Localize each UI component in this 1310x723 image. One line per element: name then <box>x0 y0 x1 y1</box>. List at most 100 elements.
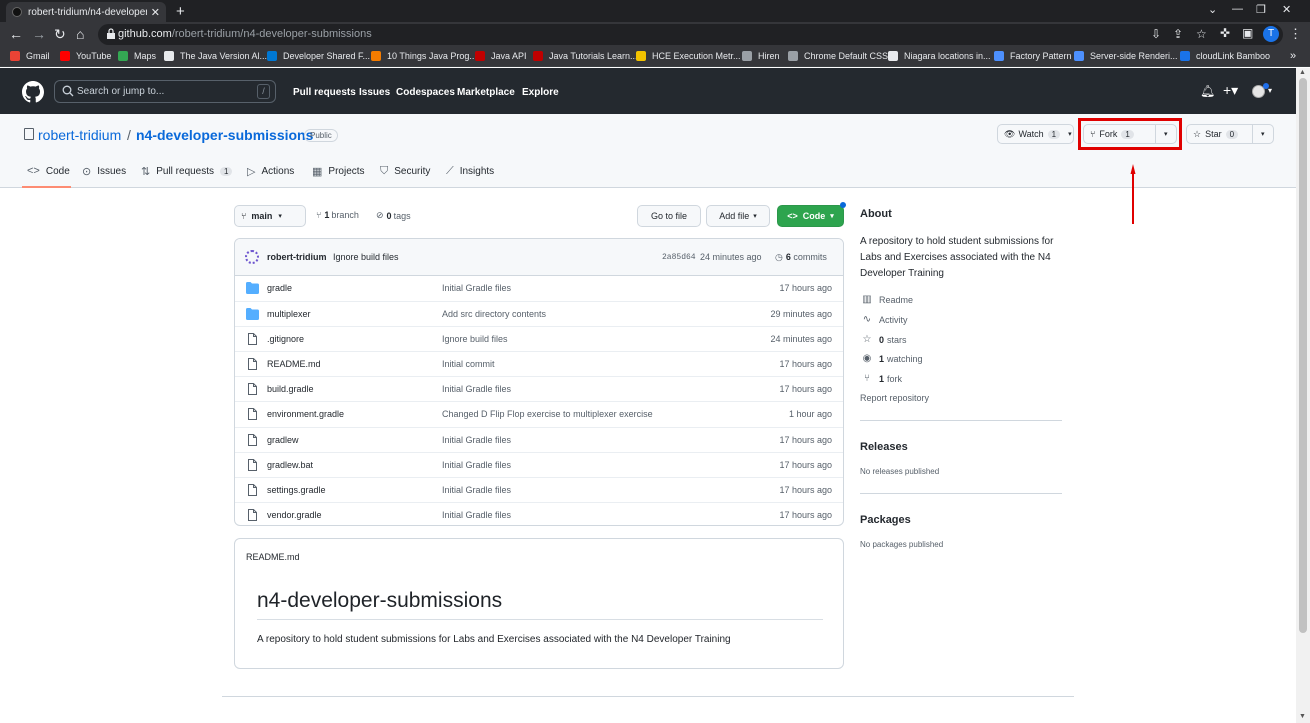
file-commit-message[interactable]: Initial commit <box>442 359 495 369</box>
tags-link[interactable]: ⊘ 0 tags <box>376 210 411 221</box>
tab-issues[interactable]: ⊙ Issues <box>82 165 126 178</box>
tab-pull-requests[interactable]: ⇅ Pull requests 1 <box>141 165 233 178</box>
home-icon[interactable]: ⌂ <box>76 26 84 42</box>
page-scrollbar[interactable]: ▲ ▼ <box>1296 68 1310 723</box>
go-to-file-button[interactable]: Go to file <box>637 205 701 227</box>
file-commit-message[interactable]: Ignore build files <box>442 334 508 344</box>
github-search-input[interactable]: Search or jump to... / <box>54 80 276 103</box>
back-icon[interactable]: ← <box>9 26 23 42</box>
file-row[interactable]: multiplexer Add src directory contents 29 … <box>235 301 843 326</box>
commit-author-avatar[interactable] <box>245 250 259 264</box>
new-tab-icon[interactable]: + <box>176 3 185 20</box>
repo-owner-link[interactable]: robert-tridium <box>38 127 121 143</box>
file-commit-message[interactable]: Initial Gradle files <box>442 485 511 495</box>
nav-marketplace[interactable]: Marketplace <box>457 87 515 98</box>
scroll-thumb[interactable] <box>1299 78 1307 633</box>
readme-link[interactable]: ▥ Readme <box>860 294 913 305</box>
commit-message[interactable]: Ignore build files <box>333 252 399 262</box>
activity-link[interactable]: ∿ Activity <box>860 314 908 325</box>
reload-icon[interactable]: ↻ <box>54 26 66 43</box>
nav-explore[interactable]: Explore <box>522 87 559 98</box>
tab-security[interactable]: ⛉ Security <box>380 165 430 178</box>
file-name[interactable]: gradlew.bat <box>267 460 313 470</box>
file-row[interactable]: environment.gradle Changed D Flip Flop ex… <box>235 401 843 426</box>
watch-chevron-down-icon[interactable]: ▾ <box>1068 130 1072 138</box>
browser-menu-icon[interactable]: ⋮ <box>1289 26 1302 42</box>
file-row[interactable]: gradlew.bat Initial Gradle files 17 hours … <box>235 451 843 477</box>
watch-button[interactable]: 👁︎ Watch 1 ▾ <box>997 124 1074 144</box>
nav-issues[interactable]: Issues <box>359 87 390 98</box>
bookmark-star-icon[interactable]: ☆ <box>1196 27 1207 41</box>
forward-icon[interactable]: → <box>32 26 46 42</box>
bookmark-factory-pattern[interactable]: Factory Pattern <box>994 51 1072 61</box>
bookmark-cloudlink-bamboo[interactable]: cloudLink Bamboo <box>1180 51 1270 61</box>
close-window-icon[interactable]: ✕ <box>1282 3 1291 16</box>
extensions-icon[interactable]: ✜ <box>1220 26 1230 40</box>
commit-author[interactable]: robert-tridium <box>267 252 327 262</box>
file-row[interactable]: gradlew Initial Gradle files 17 hours ago <box>235 426 843 452</box>
branch-selector[interactable]: ⑂ main ▾ <box>234 205 306 227</box>
file-commit-message[interactable]: Initial Gradle files <box>442 435 511 445</box>
bookmark-10-things-java[interactable]: 10 Things Java Prog... <box>371 51 477 61</box>
bookmark-hiren[interactable]: Hiren <box>742 51 780 61</box>
bookmark-java-api[interactable]: Java API <box>475 51 527 61</box>
file-commit-message[interactable]: Initial Gradle files <box>442 460 511 470</box>
file-name[interactable]: gradlew <box>267 435 299 445</box>
file-name[interactable]: README.md <box>267 359 321 369</box>
url-input[interactable]: github.com/robert-tridium/n4-developer-s… <box>98 24 1283 45</box>
file-row[interactable]: gradle Initial Gradle files 17 hours ago <box>235 276 843 301</box>
star-button[interactable]: ☆ Star 0 ▾ <box>1186 124 1274 144</box>
star-chevron-down-icon[interactable]: ▾ <box>1251 125 1273 143</box>
forks-link[interactable]: ⑂ 1 fork <box>860 373 902 384</box>
close-tab-icon[interactable]: ✕ <box>151 6 160 19</box>
notifications-bell-icon[interactable]: 🔔︎ <box>1200 84 1215 98</box>
add-file-button[interactable]: Add file ▾ <box>706 205 770 227</box>
file-name[interactable]: vendor.gradle <box>267 510 322 520</box>
file-commit-message[interactable]: Initial Gradle files <box>442 384 511 394</box>
avatar-chevron-down-icon[interactable]: ▾ <box>1268 86 1272 95</box>
minimize-icon[interactable]: — <box>1232 3 1243 15</box>
scroll-down-icon[interactable]: ▼ <box>1299 713 1306 720</box>
file-commit-message[interactable]: Initial Gradle files <box>442 283 511 293</box>
bookmark-maps[interactable]: Maps <box>118 51 156 61</box>
bookmark-niagara-locations[interactable]: Niagara locations in... <box>888 51 991 61</box>
scroll-up-icon[interactable]: ▲ <box>1299 69 1306 76</box>
tab-insights[interactable]: ⟋ Insights <box>446 165 494 178</box>
file-name[interactable]: environment.gradle <box>267 409 344 419</box>
install-app-icon[interactable]: ⇩ <box>1151 27 1161 41</box>
profile-avatar[interactable]: T <box>1263 26 1279 42</box>
file-row[interactable]: README.md Initial commit 17 hours ago <box>235 351 843 376</box>
bookmark-java-version[interactable]: The Java Version Al... <box>164 51 267 61</box>
commit-sha[interactable]: 2a85d64 <box>662 253 696 262</box>
branches-link[interactable]: ⑂ 1 branch <box>316 210 359 220</box>
nav-pull-requests[interactable]: Pull requests <box>293 87 356 98</box>
file-name[interactable]: gradle <box>267 283 292 293</box>
bookmark-developer-shared[interactable]: Developer Shared F... <box>267 51 370 61</box>
restore-icon[interactable]: ❐ <box>1256 3 1266 16</box>
bookmark-chrome-default-css[interactable]: Chrome Default CSS <box>788 51 888 61</box>
sidebar-icon[interactable]: ▣ <box>1242 26 1253 40</box>
share-icon[interactable]: ⇪ <box>1173 27 1183 41</box>
releases-heading[interactable]: Releases <box>860 441 908 453</box>
file-row[interactable]: .gitignore Ignore build files 24 minutes a… <box>235 326 843 351</box>
create-new-plus-icon[interactable]: +▾ <box>1223 82 1238 99</box>
watching-link[interactable]: ◉ 1 watching <box>860 353 923 364</box>
report-repository-link[interactable]: Report repository <box>860 393 929 403</box>
packages-heading[interactable]: Packages <box>860 514 911 526</box>
file-row[interactable]: build.gradle Initial Gradle files 17 hours… <box>235 376 843 401</box>
bookmark-hce-execution[interactable]: HCE Execution Metr... <box>636 51 741 61</box>
bookmark-gmail[interactable]: Gmail <box>10 51 50 61</box>
tab-code[interactable]: <> Code <box>27 165 70 177</box>
file-name[interactable]: multiplexer <box>267 309 311 319</box>
tab-search-icon[interactable]: ⌄ <box>1208 3 1217 16</box>
commits-link[interactable]: ◷ 6 commits <box>775 252 827 263</box>
more-bookmarks-icon[interactable]: » <box>1290 50 1296 62</box>
file-commit-message[interactable]: Add src directory contents <box>442 309 546 319</box>
file-name[interactable]: .gitignore <box>267 334 304 344</box>
browser-tab[interactable]: robert-tridium/n4-developer-submissions … <box>6 2 166 22</box>
stars-link[interactable]: ☆ 0 stars <box>860 334 907 345</box>
code-button[interactable]: <> Code ▾ <box>777 205 844 227</box>
file-commit-message[interactable]: Changed D Flip Flop exercise to multiple… <box>442 409 653 419</box>
tab-projects[interactable]: ▦ Projects <box>312 165 365 178</box>
bookmark-youtube[interactable]: YouTube <box>60 51 111 61</box>
